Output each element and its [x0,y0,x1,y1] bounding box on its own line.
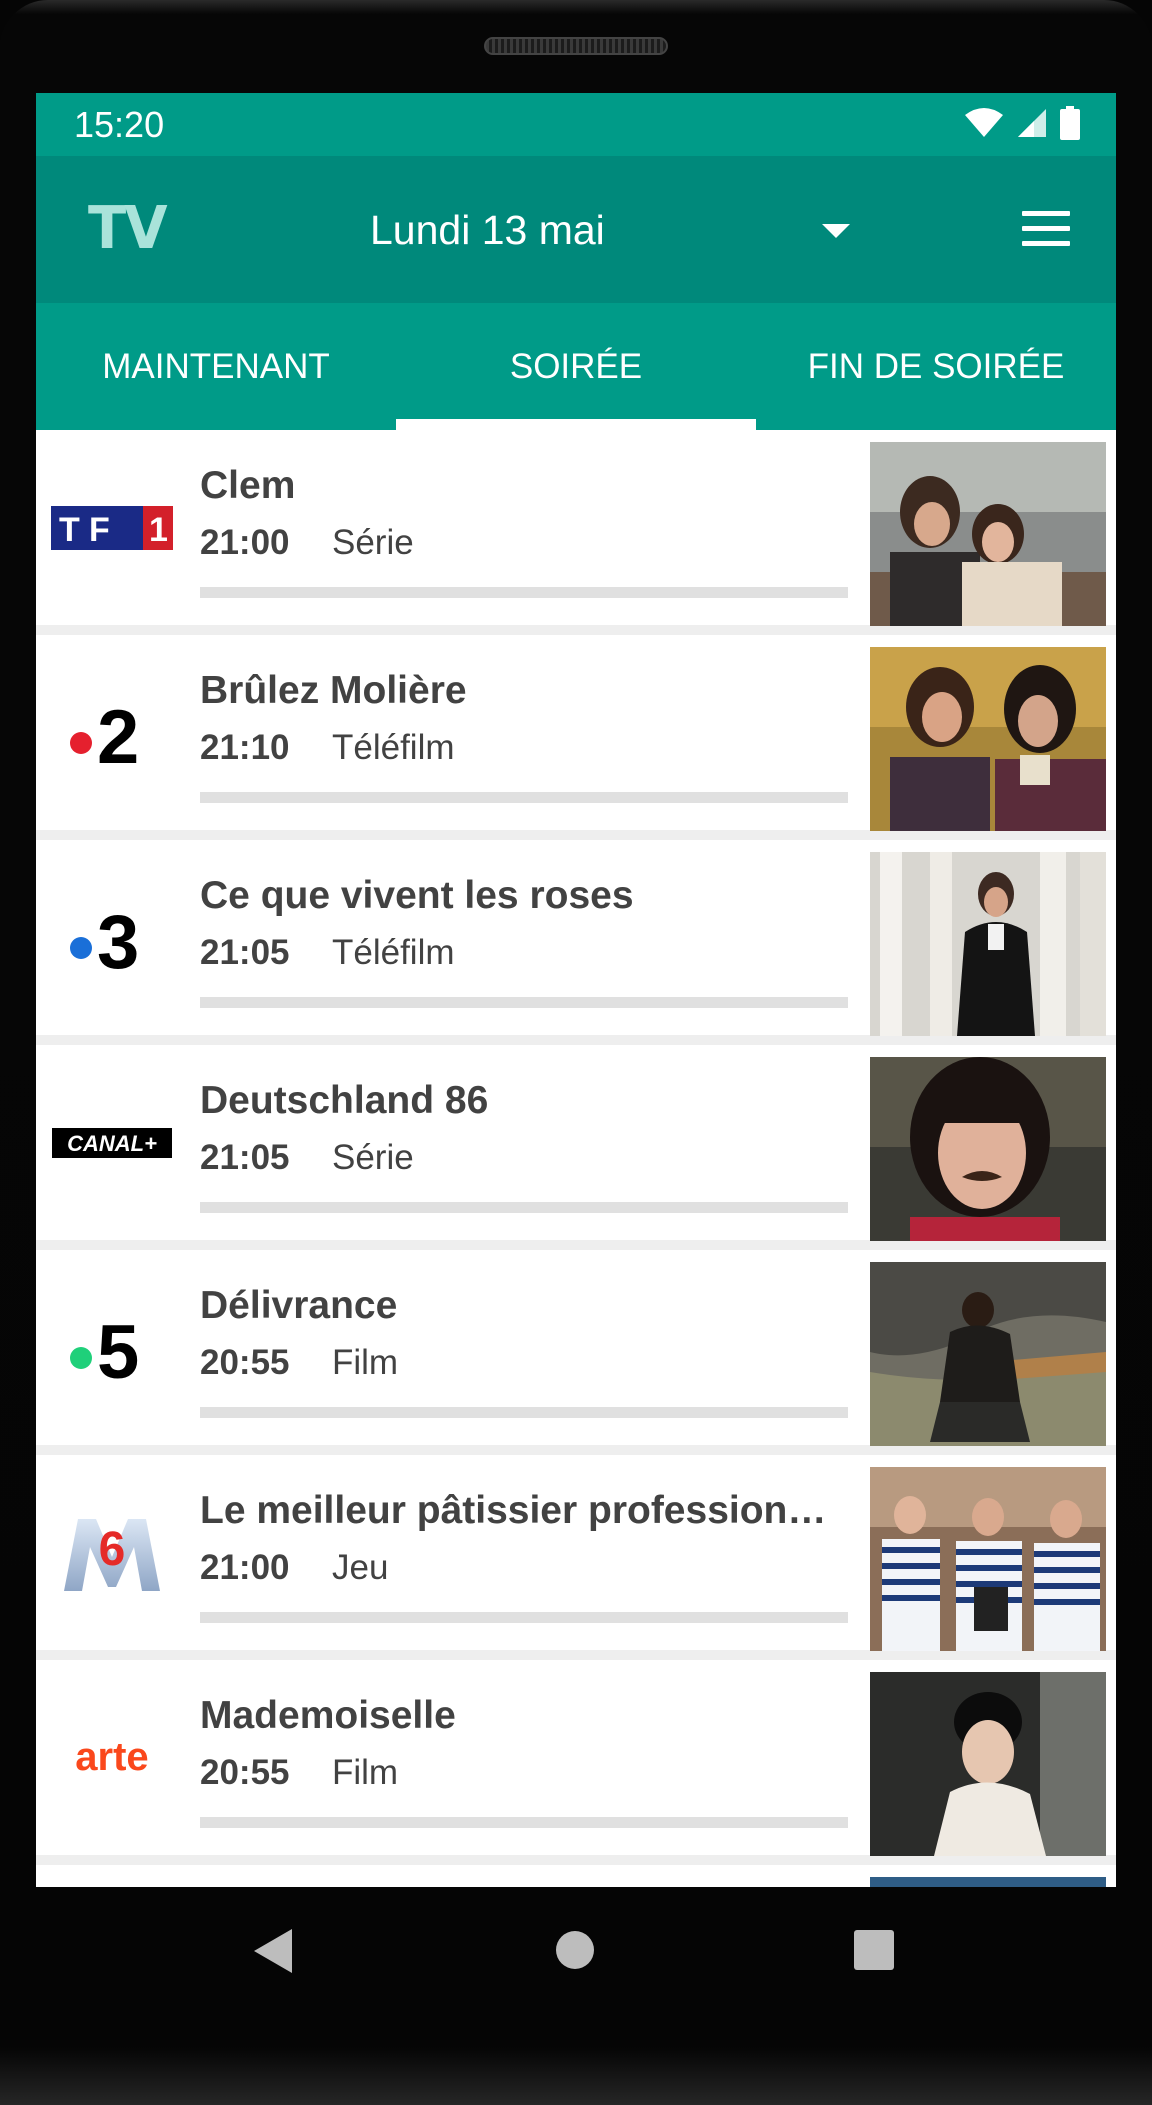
program-time: 21:00 [200,1548,290,1587]
svg-text:CANAL+: CANAL+ [67,1131,157,1156]
list-item[interactable]: TF 1 Clem 21:00 Série [36,430,1116,626]
svg-text:3: 3 [97,900,139,978]
program-genre: Film [332,1753,399,1792]
back-icon[interactable] [254,1929,292,1973]
program-genre: Film [332,1343,399,1382]
svg-text:arte: arte [75,1738,148,1778]
program-genre: Série [332,523,414,562]
program-time: 21:10 [200,728,290,767]
progress-bar [200,1817,848,1828]
program-genre: Série [332,1138,414,1177]
menu-icon[interactable] [1022,211,1070,247]
program-title: Délivrance [200,1284,398,1327]
program-title: Ce que vivent les roses [200,874,634,917]
channel-logo-tf1: TF 1 [36,430,188,625]
channel-logo-france-5: 5 [36,1250,188,1445]
phone-speaker [484,37,668,55]
progress-bar [200,1612,848,1623]
progress-bar [200,792,848,803]
svg-text:5: 5 [97,1310,139,1388]
list-item-partial [36,1865,1116,1887]
list-item[interactable]: arte Mademoiselle 20:55 Film [36,1660,1116,1856]
program-title: Brûlez Molière [200,669,467,712]
program-list: TF 1 Clem 21:00 Série 2 Brûlez Molière 21… [36,430,1116,1887]
program-thumbnail [870,1467,1106,1651]
channel-logo-arte: arte [36,1660,188,1855]
progress-bar [200,997,848,1008]
program-thumbnail [870,1672,1106,1856]
signal-icon [1016,107,1048,144]
channel-logo-canal-plus: CANAL+ [36,1045,188,1240]
program-thumbnail [870,1057,1106,1241]
tab-bar: MAINTENANT SOIRÉE FIN DE SOIRÉE [36,303,1116,430]
battery-icon [1060,106,1080,145]
list-item[interactable]: 2 Brûlez Molière 21:10 Téléfilm [36,635,1116,831]
list-item[interactable]: CANAL+ Deutschland 86 21:05 Série [36,1045,1116,1241]
channel-logo-france-2: 2 [36,635,188,830]
status-icons [964,106,1080,145]
svg-text:2: 2 [97,695,139,773]
program-thumbnail [870,647,1106,831]
date-selector[interactable]: Lundi 13 mai [370,200,850,260]
program-title: Deutschland 86 [200,1079,489,1122]
program-title: Le meilleur pâtissier professionnels [200,1489,840,1532]
wifi-icon [964,107,1004,144]
program-genre: Jeu [332,1548,389,1587]
app-bar: TV Lundi 13 mai [36,156,1116,303]
progress-bar [200,1202,848,1213]
svg-text:T: T [59,511,80,549]
program-thumbnail [870,442,1106,626]
program-genre: Téléfilm [332,933,455,972]
progress-bar [200,587,848,598]
tab-fin-de-soiree[interactable]: FIN DE SOIRÉE [756,303,1116,430]
program-thumbnail [870,1877,1106,1887]
status-time: 15:20 [74,104,165,145]
list-item[interactable]: 5 Délivrance 20:55 Film [36,1250,1116,1446]
list-item[interactable]: 3 Ce que vivent les roses 21:05 Téléfilm [36,840,1116,1036]
progress-bar [200,1407,848,1418]
tab-maintenant[interactable]: MAINTENANT [36,303,396,430]
tab-soiree[interactable]: SOIRÉE [396,303,756,430]
program-time: 21:05 [200,933,290,972]
program-title: Clem [200,464,296,507]
program-thumbnail [870,1262,1106,1446]
channel-logo-france-3: 3 [36,840,188,1035]
app-logo: TV [88,194,168,263]
home-icon[interactable] [556,1931,594,1969]
svg-text:F: F [89,511,110,549]
program-title: Mademoiselle [200,1694,456,1737]
channel-logo-m6: 6 [36,1455,188,1650]
svg-text:1: 1 [149,511,168,549]
svg-text:6: 6 [99,1523,126,1576]
date-label: Lundi 13 mai [370,206,605,253]
status-bar: 15:20 [36,93,1116,156]
program-time: 20:55 [200,1343,290,1382]
screen: 15:20 TV Lundi 13 mai MAINTENANT SOIRÉE … [36,93,1116,1887]
program-time: 20:55 [200,1753,290,1792]
program-time: 21:00 [200,523,290,562]
list-item[interactable]: 6 Le meilleur pâtissier professionnels 2… [36,1455,1116,1651]
phone-bottom-edge [0,2047,1152,2105]
program-time: 21:05 [200,1138,290,1177]
program-thumbnail [870,852,1106,1036]
program-genre: Téléfilm [332,728,455,767]
recents-icon[interactable] [854,1930,894,1970]
dropdown-arrow-icon [822,224,850,238]
